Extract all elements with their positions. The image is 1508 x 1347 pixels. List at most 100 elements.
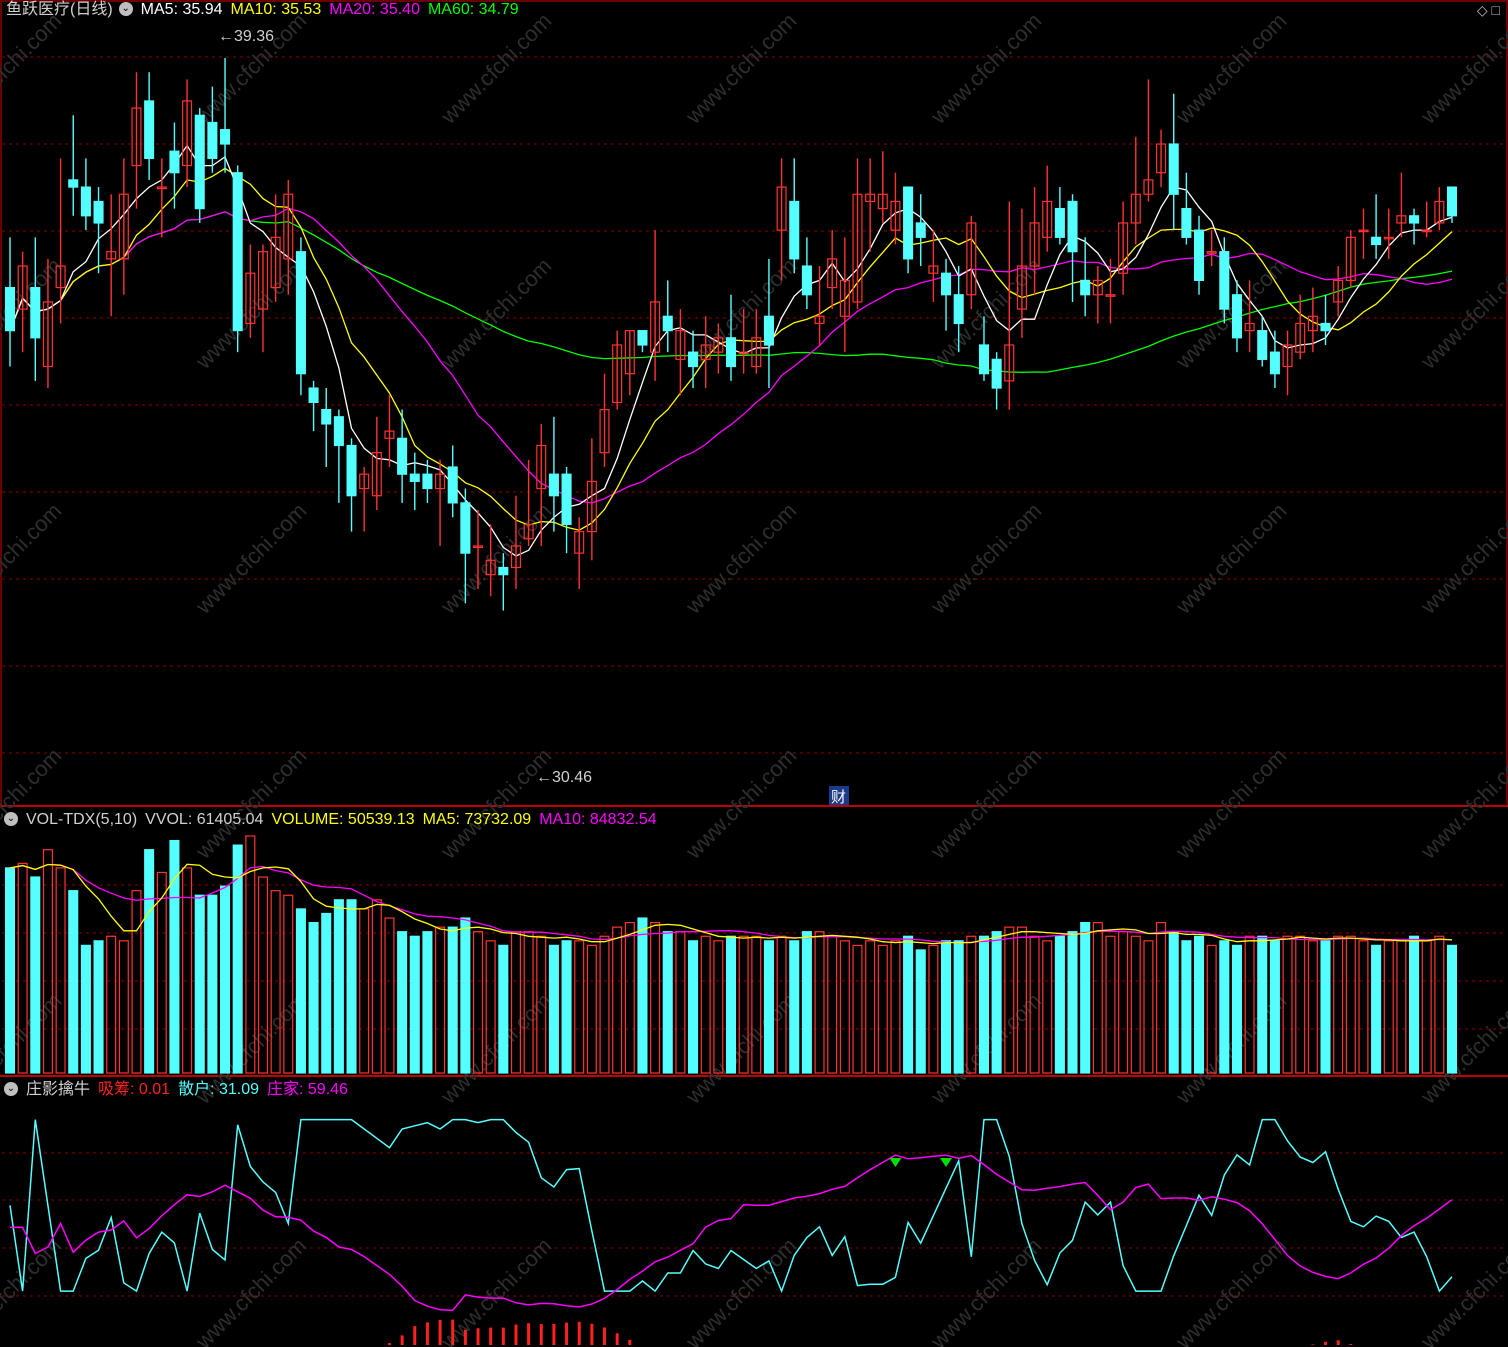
volume-bar xyxy=(1434,935,1445,1074)
sanhu-label: 散户: 31.09 xyxy=(178,1081,259,1098)
volume-bar xyxy=(30,876,41,1074)
candle-body xyxy=(991,358,1002,389)
volume-bar xyxy=(1244,935,1255,1074)
candle-body xyxy=(144,100,155,159)
volume-bar xyxy=(1257,935,1268,1074)
watermark-text: www.cfchi.com xyxy=(925,1233,1046,1347)
volume-bar xyxy=(1080,921,1091,1074)
candle-body xyxy=(903,186,914,260)
candle-body xyxy=(220,129,231,145)
ma60-label: MA60: 34.79 xyxy=(427,1,519,18)
candle-body xyxy=(30,286,41,339)
volume-bar xyxy=(1231,944,1242,1074)
watermark-text: www.cfchi.com xyxy=(680,8,801,129)
volume-bar xyxy=(397,931,408,1074)
candle-body xyxy=(498,566,509,576)
volume-bars[interactable] xyxy=(4,835,1458,1074)
volume-bar xyxy=(144,849,155,1074)
candle-body xyxy=(1080,279,1091,296)
watermark-text: www.cfchi.com xyxy=(1415,1233,1508,1347)
signal-arrow-icon xyxy=(940,1158,953,1167)
candle-body xyxy=(232,172,243,332)
chevron-down-icon[interactable]: ⌄ xyxy=(4,811,18,826)
watermark-text: www.cfchi.com xyxy=(1170,1233,1291,1347)
watermark-text: www.cfchi.com xyxy=(680,498,801,619)
candle-body xyxy=(333,416,344,447)
watermark-text: www.cfchi.com xyxy=(0,743,66,864)
watermark-text: www.cfchi.com xyxy=(925,498,1046,619)
volume-bar xyxy=(801,931,812,1074)
ma20-label: MA20: 35.40 xyxy=(329,1,420,18)
candle-body xyxy=(1446,186,1458,217)
cai-badge[interactable]: 财 xyxy=(831,788,846,806)
candle-body xyxy=(1054,208,1065,238)
candle-body xyxy=(1181,208,1192,238)
watermark-text: www.cfchi.com xyxy=(1415,743,1508,864)
candle-body xyxy=(4,286,16,332)
candle-body xyxy=(422,473,433,490)
chevron-down-icon[interactable]: ⌄ xyxy=(118,1,133,16)
vvol-label: VVOL: 61405.04 xyxy=(145,811,264,828)
watermark-text: www.cfchi.com xyxy=(190,743,311,864)
window-controls[interactable]: ◇ □ xyxy=(1477,2,1500,19)
volume-bar xyxy=(1345,935,1356,1074)
zhuangjia-label: 庄家: 59.46 xyxy=(267,1081,348,1098)
volume-bar xyxy=(220,885,231,1074)
volume-bar xyxy=(978,935,990,1074)
volume-bar xyxy=(1333,935,1344,1074)
volume-bar xyxy=(93,940,104,1074)
candle-body xyxy=(346,444,357,497)
signal-arrow-icon xyxy=(889,1158,902,1167)
candle-body xyxy=(763,315,774,346)
candle-body xyxy=(1231,294,1242,339)
candle-body xyxy=(978,344,990,375)
candle-body xyxy=(169,150,180,174)
volume-bar xyxy=(1307,940,1318,1074)
volume-bar xyxy=(688,940,699,1074)
volume-bar xyxy=(548,944,559,1074)
volume-bar xyxy=(346,899,357,1074)
volume-bar xyxy=(1219,940,1230,1074)
indicator-panel-header: ⌄ 庄影擒牛 吸筹: 0.01 散户: 31.09 庄家: 59.46 xyxy=(0,1080,356,1100)
volume-label: VOLUME: 50539.13 xyxy=(271,811,415,828)
volume-bar xyxy=(1156,921,1167,1074)
sanhu-line xyxy=(9,1118,1453,1294)
candle-body xyxy=(460,502,471,554)
volume-bar xyxy=(561,940,572,1074)
volume-bar xyxy=(55,867,66,1074)
volume-bar xyxy=(4,867,16,1074)
volume-bar xyxy=(359,908,370,1074)
watermark-text: www.cfchi.com xyxy=(680,1233,801,1347)
signal-arrows xyxy=(889,1158,953,1167)
volume-bar xyxy=(182,867,193,1074)
candle-body xyxy=(1067,200,1078,253)
volume-bar xyxy=(839,940,850,1074)
volume-bar xyxy=(321,912,332,1074)
stock-chart-canvas[interactable]: www.cfchi.com www.cfchi.com www.cfchi.com w… xyxy=(0,0,1508,1347)
chevron-down-icon[interactable]: ⌄ xyxy=(4,1081,18,1096)
candle-body xyxy=(409,473,420,482)
volume-bar xyxy=(156,871,167,1074)
candle-body xyxy=(397,437,408,475)
volume-bar xyxy=(763,940,774,1074)
volume-bar xyxy=(1295,935,1306,1074)
volume-bar xyxy=(827,935,838,1074)
watermark-text: www.cfchi.com xyxy=(190,1233,311,1347)
watermark-text: www.cfchi.com xyxy=(1170,8,1291,129)
candle-body xyxy=(207,121,218,159)
candle-body xyxy=(915,222,926,238)
volume-bar xyxy=(1143,940,1154,1074)
volume-bar xyxy=(447,926,458,1074)
watermarks: www.cfchi.com www.cfchi.com www.cfchi.com w… xyxy=(0,8,1508,1347)
volume-bar xyxy=(106,935,117,1074)
high-price-label: ←39.36 xyxy=(218,28,274,45)
candle-body xyxy=(953,294,964,325)
volume-bar xyxy=(865,940,876,1074)
volume-bar xyxy=(1269,940,1280,1074)
volume-bar xyxy=(1105,935,1116,1074)
volume-bar xyxy=(1130,935,1141,1074)
volume-bar xyxy=(308,921,319,1074)
watermark-text: www.cfchi.com xyxy=(190,8,311,129)
ma5-label: MA5: 35.94 xyxy=(140,1,223,18)
volume-bar xyxy=(510,931,521,1074)
